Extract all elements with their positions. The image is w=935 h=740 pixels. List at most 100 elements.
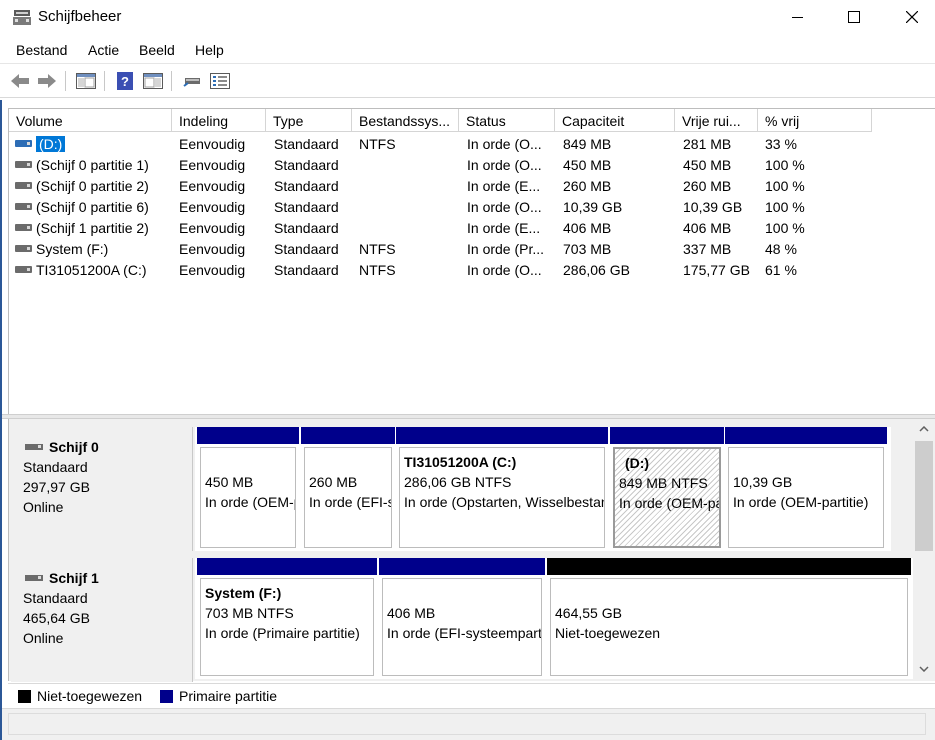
volume-pct-free: 100 % <box>765 199 805 215</box>
menu-bestand[interactable]: Bestand <box>16 42 67 58</box>
column-header-vrije-ruimte[interactable]: Vrije rui... <box>675 109 758 132</box>
volume-icon <box>15 182 32 189</box>
partition-bar <box>396 427 608 444</box>
volume-indeling: Eenvoudig <box>179 262 246 278</box>
partition-size: 703 MB NTFS <box>205 605 294 621</box>
column-header-capaciteit[interactable]: Capaciteit <box>555 109 675 132</box>
partition-bar <box>379 558 545 575</box>
volume-name: (Schijf 0 partitie 2) <box>36 178 149 194</box>
partition[interactable]: TI31051200A (C:) 286,06 GB NTFS In orde … <box>396 427 608 551</box>
partition-status: In orde (EFI-systeempartitie) <box>387 625 542 641</box>
partition-size: 406 MB <box>387 605 436 621</box>
close-button[interactable] <box>889 0 935 34</box>
volume-free: 406 MB <box>683 220 732 236</box>
column-header-pct-vrij[interactable]: % vrij <box>758 109 872 132</box>
menu-actie[interactable]: Actie <box>88 42 119 58</box>
partition-body: 450 MB In orde (OEM-partitie) <box>200 447 296 548</box>
volume-name: (Schijf 0 partitie 1) <box>36 157 149 173</box>
volume-status: In orde (E... <box>467 220 541 236</box>
disk-0-info[interactable]: Schijf 0 Standaard 297,97 GB Online <box>11 427 193 551</box>
scroll-up-icon[interactable] <box>918 423 930 435</box>
console-tree-button[interactable] <box>74 70 98 92</box>
volume-name: TI31051200A (C:) <box>36 262 147 278</box>
connect-drive-button[interactable] <box>180 70 204 92</box>
partition[interactable]: 450 MB In orde (OEM-partitie) <box>197 427 299 551</box>
partition-bar <box>197 427 299 444</box>
volume-icon <box>15 245 32 252</box>
volume-pct-free: 33 % <box>765 136 797 152</box>
legend-item: Niet-toegewezen <box>18 688 142 704</box>
volume-row[interactable]: (Schijf 0 partitie 1) Eenvoudig Standaar… <box>9 155 909 176</box>
partition[interactable]: 10,39 GB In orde (OEM-partitie) <box>725 427 887 551</box>
minimize-icon <box>792 17 803 18</box>
properties-button[interactable] <box>208 70 232 92</box>
partition[interactable]: System (F:) 703 MB NTFS In orde (Primair… <box>197 558 377 679</box>
partition[interactable]: 406 MB In orde (EFI-systeempartitie) <box>379 558 545 679</box>
toolbar-separator <box>171 71 172 91</box>
partition-bar <box>610 427 724 444</box>
help-button[interactable]: ? <box>113 70 137 92</box>
window-edge <box>0 100 2 740</box>
partition-unallocated[interactable]: 464,55 GB Niet-toegewezen <box>547 558 911 679</box>
maximize-button[interactable] <box>831 0 877 34</box>
partition-title: (D:) <box>625 455 650 471</box>
volume-capacity: 260 MB <box>563 178 612 194</box>
legend-swatch <box>18 689 31 703</box>
volume-row[interactable]: (Schijf 0 partitie 2) Eenvoudig Standaar… <box>9 176 909 197</box>
column-header-status[interactable]: Status <box>459 109 555 132</box>
partition[interactable]: 260 MB In orde (EFI-systeempartitie) <box>301 427 395 551</box>
partition-size: 10,39 GB <box>733 474 793 490</box>
volume-capacity: 450 MB <box>563 157 612 173</box>
menu-help[interactable]: Help <box>195 42 224 58</box>
column-header-type[interactable]: Type <box>266 109 352 132</box>
console-tree-icon <box>76 73 96 89</box>
vertical-scrollbar[interactable] <box>913 419 935 681</box>
volume-indeling: Eenvoudig <box>179 220 246 236</box>
menu-beeld[interactable]: Beeld <box>139 42 175 58</box>
status-bar <box>0 708 935 740</box>
partition-status: In orde (Opstarten, Wisselbestand) <box>404 494 605 510</box>
legend: Niet-toegewezen Primaire partitie <box>8 683 935 707</box>
volume-filesystem: NTFS <box>359 136 396 152</box>
volume-row[interactable]: (D:) Eenvoudig Standaard NTFS In orde (O… <box>9 134 909 155</box>
volume-row[interactable]: TI31051200A (C:) Eenvoudig Standaard NTF… <box>9 260 909 281</box>
partition-size: 450 MB <box>205 474 254 490</box>
minimize-button[interactable] <box>775 0 821 34</box>
column-header-indeling[interactable]: Indeling <box>172 109 266 132</box>
partition-selected[interactable]: (D:) 849 MB NTFS In orde (OEM-partitie) <box>610 427 724 551</box>
volume-type: Standaard <box>274 220 339 236</box>
scrollbar-thumb[interactable] <box>915 441 933 551</box>
column-header-bestandssysteem[interactable]: Bestandssys... <box>352 109 459 132</box>
volume-status: In orde (O... <box>467 199 542 215</box>
volume-filesystem: NTFS <box>359 241 396 257</box>
column-header-volume[interactable]: Volume <box>9 109 172 132</box>
back-button[interactable] <box>8 70 32 92</box>
volume-type: Standaard <box>274 199 339 215</box>
volume-row[interactable]: System (F:) Eenvoudig Standaard NTFS In … <box>9 239 909 260</box>
volume-row[interactable]: (Schijf 1 partitie 2) Eenvoudig Standaar… <box>9 218 909 239</box>
partition-title <box>387 583 541 603</box>
disk-0-partitions: 450 MB In orde (OEM-partitie) 260 MB In … <box>195 427 891 551</box>
volume-row[interactable]: (Schijf 0 partitie 6) Eenvoudig Standaar… <box>9 197 909 218</box>
volume-icon <box>15 161 32 168</box>
volume-filesystem: NTFS <box>359 262 396 278</box>
volume-name: (Schijf 0 partitie 6) <box>36 199 149 215</box>
back-icon <box>11 74 29 88</box>
volume-name: (D:) <box>36 136 66 152</box>
disk-icon <box>25 575 43 581</box>
action-pane-button[interactable] <box>141 70 165 92</box>
disk-1-info[interactable]: Schijf 1 Standaard 465,64 GB Online <box>11 558 193 682</box>
partition-body: 464,55 GB Niet-toegewezen <box>550 578 908 676</box>
volume-name: (Schijf 1 partitie 2) <box>36 220 149 236</box>
volume-indeling: Eenvoudig <box>179 241 246 257</box>
partition-status: In orde (EFI-systeempartitie) <box>309 494 391 510</box>
scroll-down-icon[interactable] <box>918 663 930 675</box>
volume-type: Standaard <box>274 178 339 194</box>
partition-bar <box>725 427 887 444</box>
toolbar-separator <box>65 71 66 91</box>
disk-state: Online <box>23 630 64 646</box>
forward-button[interactable] <box>35 70 59 92</box>
partition-body: 10,39 GB In orde (OEM-partitie) <box>728 447 884 548</box>
volume-list: Volume Indeling Type Bestandssys... Stat… <box>8 108 935 414</box>
partition-status: Niet-toegewezen <box>555 625 661 641</box>
